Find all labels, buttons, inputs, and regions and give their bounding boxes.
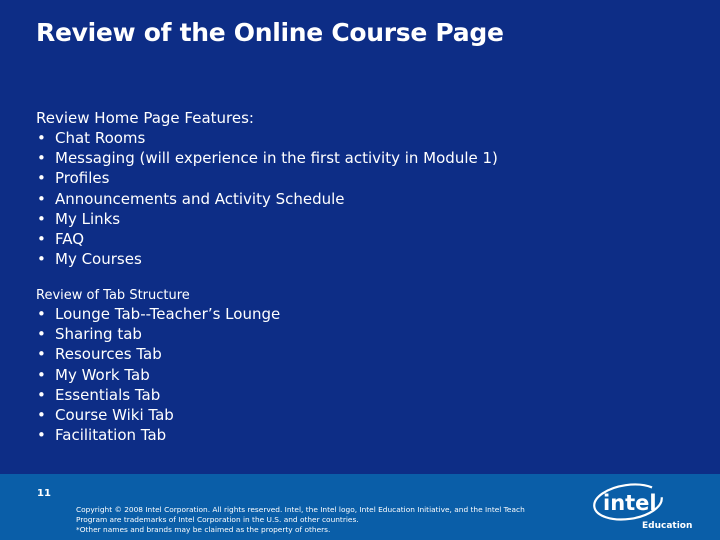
list-item-text: Essentials Tab: [55, 385, 161, 404]
list-item-text: My Work Tab: [55, 365, 150, 384]
copyright-line: Copyright © 2008 Intel Corporation. All …: [76, 505, 525, 514]
copyright-notice: Copyright © 2008 Intel Corporation. All …: [76, 505, 586, 535]
intel-wordmark: intel: [603, 491, 657, 515]
list-item: • Messaging (will experience in the first…: [36, 148, 498, 168]
list-item: • My Courses: [36, 249, 498, 269]
bullet-icon: •: [37, 405, 46, 424]
list-item: • Essentials Tab: [36, 385, 280, 405]
section-heading-home-features: Review Home Page Features:: [36, 109, 254, 127]
list-item-text: Messaging (will experience in the first …: [55, 149, 498, 168]
bullet-icon: •: [37, 189, 46, 208]
bullet-icon: •: [37, 325, 46, 344]
list-item-text: FAQ: [55, 229, 85, 248]
bullet-icon: •: [37, 426, 46, 445]
list-item: • Sharing tab: [36, 324, 280, 344]
page-number: 11: [37, 488, 51, 499]
intel-logo-icon: intel Education: [593, 483, 692, 531]
copyright-line: *Other names and brands may be claimed a…: [76, 525, 331, 534]
list-item: • Facilitation Tab: [36, 425, 280, 445]
list-item-text: Announcements and Activity Schedule: [55, 189, 345, 208]
list-item-text: My Links: [55, 209, 121, 228]
bullet-icon: •: [37, 250, 46, 269]
list-item: • Course Wiki Tab: [36, 405, 280, 425]
list-item-text: Facilitation Tab: [55, 426, 167, 445]
footer-band: 11 Copyright © 2008 Intel Corporation. A…: [0, 474, 720, 540]
bullet-icon: •: [37, 345, 46, 364]
home-features-list: • Chat Rooms • Messaging (will experience …: [36, 128, 498, 269]
list-item-text: Sharing tab: [55, 325, 142, 344]
list-item: • Lounge Tab--Teacher’s Lounge: [36, 304, 280, 324]
list-item: • Announcements and Activity Schedule: [36, 189, 498, 209]
list-item-text: Lounge Tab--Teacher’s Lounge: [55, 305, 281, 323]
tab-structure-list: • Lounge Tab--Teacher’s Lounge • Sharing t…: [36, 304, 280, 445]
list-item: • My Work Tab: [36, 365, 280, 385]
list-item-text: Chat Rooms: [55, 129, 146, 147]
copyright-line: Program are trademarks of Intel Corporat…: [76, 515, 359, 524]
bullet-icon: •: [37, 169, 46, 188]
list-item-text: My Courses: [55, 250, 142, 269]
bullet-icon: •: [37, 129, 46, 147]
bullet-icon: •: [37, 149, 46, 168]
section-heading-tab-structure: Review of Tab Structure: [36, 288, 190, 303]
list-item-text: Course Wiki Tab: [55, 405, 174, 424]
bullet-icon: •: [37, 305, 46, 323]
bullet-icon: •: [37, 229, 46, 248]
list-item: • My Links: [36, 209, 498, 229]
slide-title: Review of the Online Course Page: [36, 18, 504, 47]
list-item: • FAQ: [36, 229, 498, 249]
list-item: • Profiles: [36, 168, 498, 188]
bullet-icon: •: [37, 209, 46, 228]
bullet-icon: •: [37, 365, 46, 384]
education-subtitle: Education: [642, 521, 692, 531]
list-item: • Chat Rooms: [36, 128, 498, 148]
bullet-icon: •: [37, 385, 46, 404]
list-item-text: Profiles: [55, 169, 110, 188]
list-item-text: Resources Tab: [55, 345, 162, 364]
list-item: • Resources Tab: [36, 344, 280, 364]
